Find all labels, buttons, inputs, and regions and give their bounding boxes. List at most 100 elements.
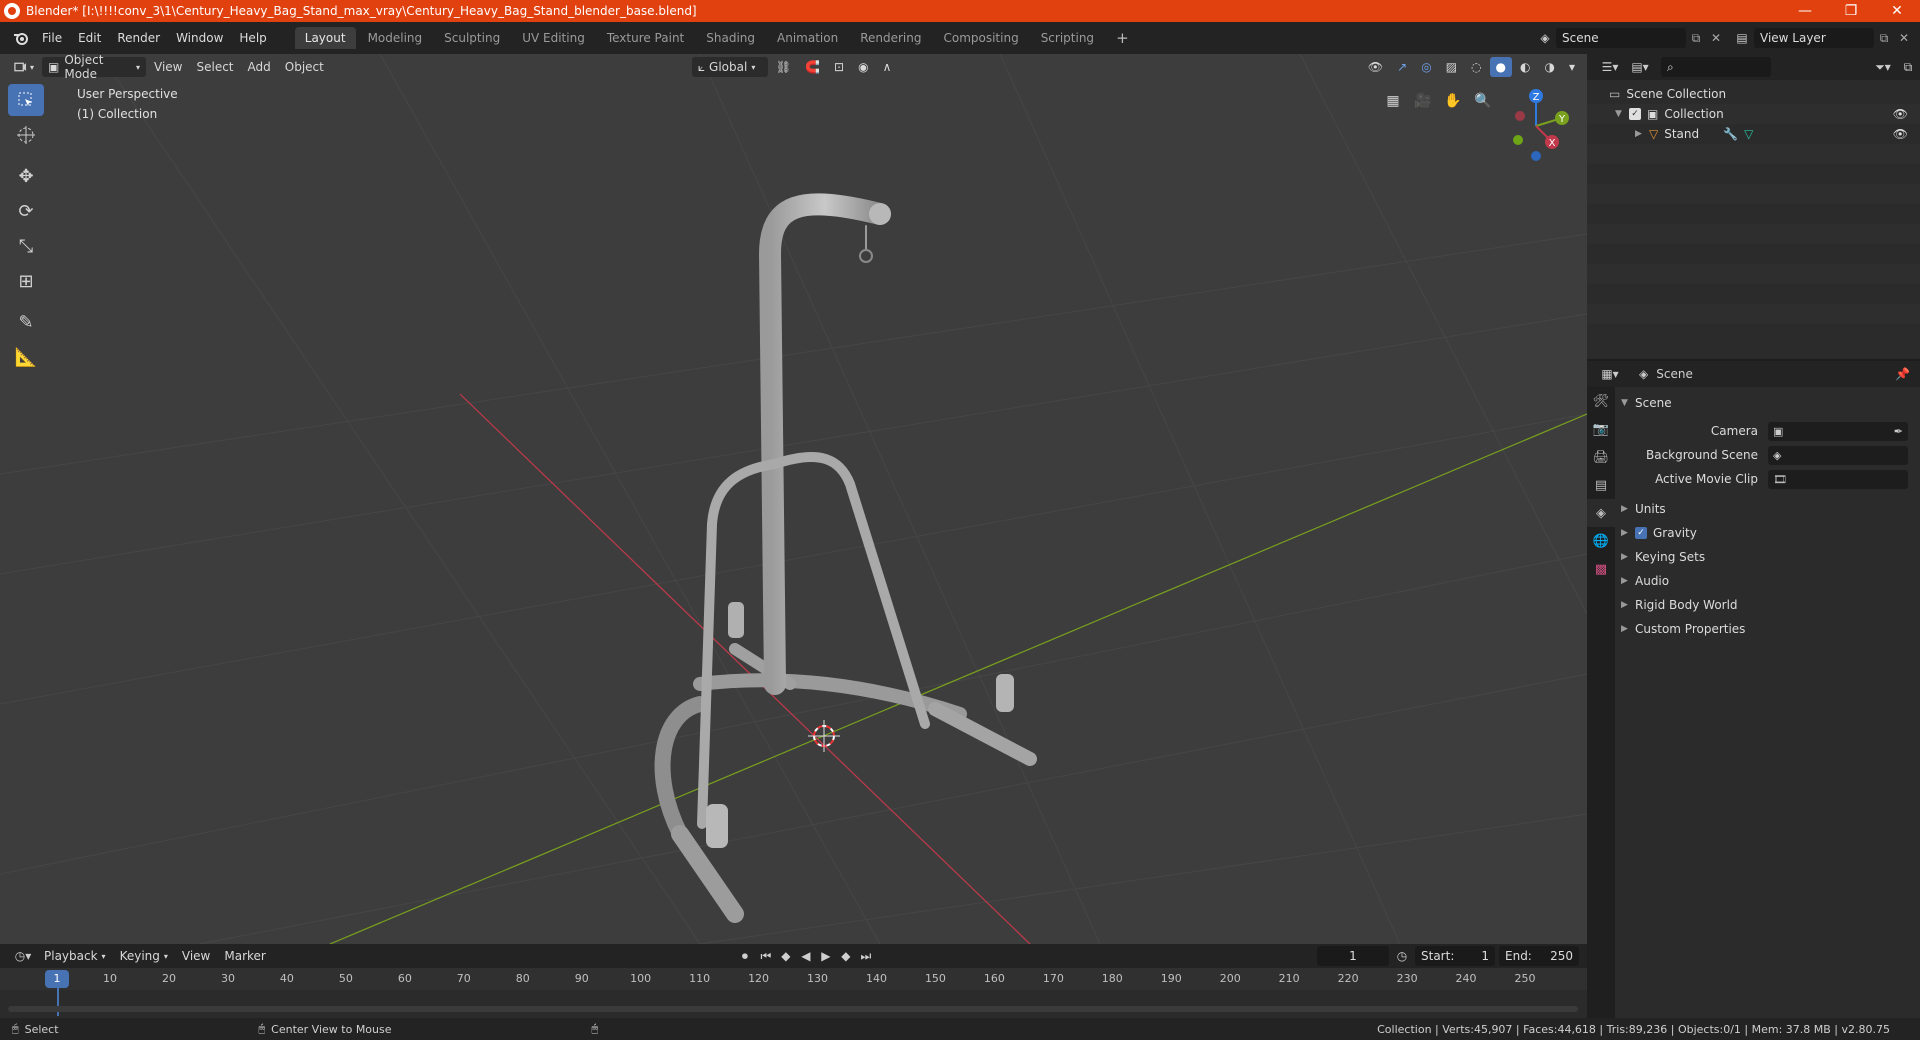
shading-options-icon[interactable]: ▾ — [1563, 57, 1581, 77]
background-scene-field[interactable]: ◈ — [1768, 445, 1908, 465]
cursor-tool[interactable] — [8, 119, 44, 151]
proportional-editing-icon[interactable]: ◉ — [852, 57, 874, 77]
neg-z-axis-handle[interactable] — [1531, 151, 1541, 161]
new-collection-icon[interactable]: ⧉ — [1896, 60, 1920, 75]
tab-uv-editing[interactable]: UV Editing — [512, 27, 595, 49]
tab-compositing[interactable]: Compositing — [933, 27, 1028, 49]
menu-window[interactable]: Window — [168, 27, 231, 49]
neg-x-axis-handle[interactable] — [1515, 111, 1525, 121]
tab-rendering[interactable]: Rendering — [850, 27, 931, 49]
rotate-tool[interactable]: ⟳ — [8, 195, 44, 227]
measure-tool[interactable]: 📐 — [8, 341, 44, 373]
units-panel-header[interactable]: ▶ Units — [1621, 497, 1916, 521]
tab-scene[interactable]: ◈ — [1587, 499, 1615, 527]
tab-render[interactable]: 📷 — [1587, 415, 1615, 443]
snap-icon[interactable]: 🧲 — [799, 57, 826, 77]
pan-view-icon[interactable]: ✋ — [1440, 88, 1466, 114]
outliner-search-input[interactable]: ⌕ — [1661, 57, 1771, 77]
wireframe-shading-icon[interactable]: ◌ — [1465, 57, 1487, 77]
annotate-tool[interactable]: ✎ — [8, 306, 44, 338]
jump-keyframe-forward-button[interactable]: ◆ — [836, 949, 856, 963]
display-mode-icon[interactable]: ▤▾ — [1625, 60, 1655, 74]
visibility-eye-icon[interactable]: 👁 — [1893, 127, 1908, 141]
custom-properties-panel-header[interactable]: ▶ Custom Properties — [1621, 617, 1916, 641]
viewport-menu-select[interactable]: Select — [190, 57, 239, 77]
tab-texture-paint[interactable]: Texture Paint — [597, 27, 694, 49]
zoom-view-icon[interactable]: 🔍 — [1470, 88, 1496, 114]
timeline-menu-keying[interactable]: Keying ▾ — [114, 946, 174, 966]
viewport-menu-object[interactable]: Object — [279, 57, 330, 77]
modifier-wrench-icon[interactable]: 🔧 — [1723, 127, 1738, 141]
scene-panel-header[interactable]: ▼ Scene — [1621, 391, 1916, 415]
outliner-row-collection[interactable]: ▼ ✓ ▣ Collection 👁 — [1587, 104, 1920, 124]
select-box-tool[interactable] — [8, 84, 44, 116]
neg-y-axis-handle[interactable] — [1513, 135, 1523, 145]
viewport-menu-add[interactable]: Add — [242, 57, 277, 77]
expand-caret-icon[interactable]: ▶ — [1621, 624, 1635, 634]
play-reverse-button[interactable]: ◀ — [796, 949, 816, 963]
delete-scene-icon[interactable]: ✕ — [1706, 31, 1726, 45]
expand-caret-icon[interactable]: ▶ — [1621, 600, 1635, 610]
current-frame-field[interactable]: 1 — [1317, 946, 1389, 966]
timeline-menu-playback[interactable]: Playback ▾ — [38, 946, 112, 966]
snap-target-icon[interactable]: ⊡ — [828, 57, 850, 77]
blender-menu-icon[interactable] — [8, 27, 34, 49]
solid-shading-icon[interactable]: ● — [1489, 57, 1512, 77]
tab-tool[interactable]: 🛠 — [1587, 387, 1615, 415]
gravity-checkbox[interactable]: ✓ — [1635, 527, 1647, 539]
rigid-body-world-panel-header[interactable]: ▶ Rigid Body World — [1621, 593, 1916, 617]
keying-sets-panel-header[interactable]: ▶ Keying Sets — [1621, 545, 1916, 569]
menu-render[interactable]: Render — [109, 27, 168, 49]
expand-caret-icon[interactable]: ▼ — [1615, 109, 1629, 119]
outliner-editor-type-icon[interactable]: ☰▾ — [1595, 60, 1625, 74]
expand-caret-icon[interactable]: ▼ — [1621, 398, 1635, 408]
tab-view-layer[interactable]: ▤ — [1587, 471, 1615, 499]
expand-caret-icon[interactable]: ▶ — [1621, 528, 1635, 538]
filter-icon[interactable]: ⏷▾ — [1870, 60, 1896, 75]
tab-animation[interactable]: Animation — [767, 27, 848, 49]
camera-view-icon[interactable]: 🎥 — [1410, 88, 1436, 114]
overlays-toggle-icon[interactable]: ◎ — [1415, 57, 1437, 77]
view-layer-selector[interactable]: View Layer — [1754, 28, 1874, 48]
stand-mesh[interactable] — [654, 193, 1037, 923]
tab-modeling[interactable]: Modeling — [358, 27, 433, 49]
tab-world[interactable]: 🌐 — [1587, 527, 1615, 555]
expand-caret-icon[interactable]: ▶ — [1621, 504, 1635, 514]
audio-panel-header[interactable]: ▶ Audio — [1621, 569, 1916, 593]
add-workspace-button[interactable]: + — [1106, 27, 1139, 49]
delete-view-layer-icon[interactable]: ✕ — [1894, 31, 1914, 45]
end-frame-field[interactable]: End: 250 — [1499, 946, 1579, 966]
preview-range-clock-icon[interactable]: ◷ — [1389, 949, 1415, 963]
viewport-menu-view[interactable]: View — [148, 57, 188, 77]
properties-editor-type-icon[interactable]: ▦▾ — [1595, 367, 1625, 381]
minimize-button[interactable]: — — [1782, 0, 1828, 22]
tab-texture[interactable]: ▩ — [1587, 555, 1615, 583]
scene-icon[interactable]: ◈ — [1534, 31, 1556, 45]
rendered-shading-icon[interactable]: ◑ — [1538, 57, 1560, 77]
jump-keyframe-back-button[interactable]: ◆ — [776, 949, 796, 963]
record-button[interactable]: ⏺ — [734, 949, 756, 964]
collection-checkbox[interactable]: ✓ — [1629, 108, 1641, 120]
navigation-gizmo[interactable]: Z Y X — [1496, 84, 1576, 164]
transform-tool[interactable]: ⊞ — [8, 265, 44, 297]
mesh-data-icon[interactable]: ▽ — [1744, 127, 1753, 141]
menu-help[interactable]: Help — [231, 27, 274, 49]
copy-view-layer-icon[interactable]: ⧉ — [1874, 31, 1894, 46]
tab-shading[interactable]: Shading — [696, 27, 765, 49]
expand-caret-icon[interactable]: ▶ — [1621, 552, 1635, 562]
active-movie-clip-field[interactable]: 🎞 — [1768, 469, 1908, 489]
timeline-scrollbar[interactable] — [8, 1006, 1578, 1012]
editor-type-button[interactable]: ▾ — [8, 57, 40, 77]
scale-tool[interactable]: ⤡ — [8, 230, 44, 262]
3d-viewport[interactable]: ▾ ▣ Object Mode ▾ View Select Add Object… — [0, 54, 1587, 944]
toggle-grid-icon[interactable]: ▦ — [1380, 88, 1406, 114]
mode-dropdown[interactable]: ▣ Object Mode ▾ — [42, 54, 146, 81]
timeline-menu-marker[interactable]: Marker — [218, 946, 271, 966]
play-button[interactable]: ▶ — [816, 949, 836, 963]
expand-caret-icon[interactable]: ▶ — [1635, 129, 1649, 139]
transform-orientation-dropdown[interactable]: ⟀ Global ▾ — [691, 57, 768, 77]
tab-sculpting[interactable]: Sculpting — [434, 27, 510, 49]
tab-layout[interactable]: Layout — [294, 27, 356, 49]
visibility-eye-icon[interactable]: 👁 — [1893, 107, 1908, 121]
jump-end-button[interactable]: ⏭ — [856, 949, 876, 964]
